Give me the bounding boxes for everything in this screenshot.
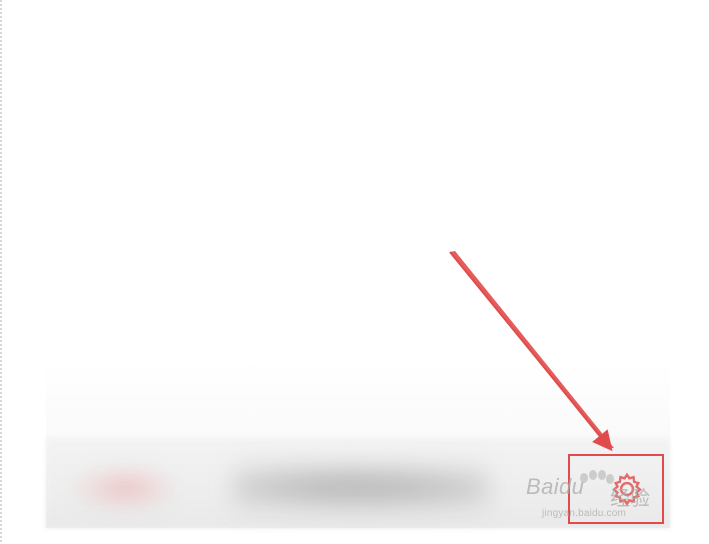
blurred-red-button[interactable] bbox=[68, 468, 172, 508]
highlight-box bbox=[568, 454, 664, 524]
blurred-toolbar-items[interactable] bbox=[233, 462, 488, 514]
left-dotted-border bbox=[0, 0, 2, 544]
page: Baidu 经验 jingyan.baidu.com bbox=[0, 0, 709, 544]
gear-icon[interactable] bbox=[608, 470, 646, 508]
